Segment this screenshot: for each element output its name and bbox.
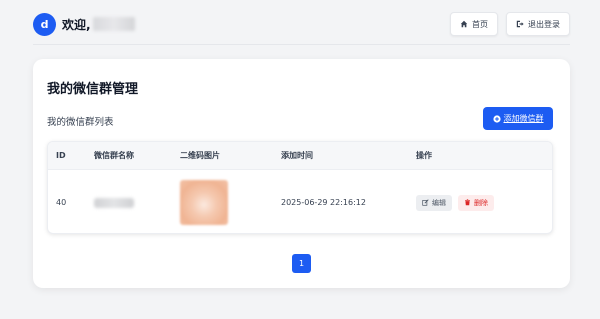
column-header-time: 添加时间 [281, 151, 313, 160]
row-id: 40 [56, 198, 67, 207]
add-group-button[interactable]: 添加微信群 [483, 107, 553, 130]
delete-button[interactable]: 删除 [458, 194, 494, 211]
welcome-text: 欢迎, [62, 17, 91, 32]
table-row: 40 2025-06-29 22:16:12 编辑 删除 [48, 169, 552, 233]
logout-button[interactable]: 退出登录 [506, 12, 570, 36]
table-header: ID 微信群名称 二维码图片 添加时间 操作 [48, 142, 552, 169]
home-button-label: 首页 [472, 19, 488, 29]
column-header-name: 微信群名称 [94, 151, 134, 160]
header-divider [33, 44, 570, 45]
home-icon [460, 20, 468, 28]
group-table: ID 微信群名称 二维码图片 添加时间 操作 40 2025-06-29 22:… [47, 141, 553, 234]
top-bar: d 欢迎, 首页 退出登录 [33, 12, 570, 36]
home-button[interactable]: 首页 [450, 12, 498, 36]
edit-button[interactable]: 编辑 [416, 194, 452, 211]
pagination-page-1[interactable]: 1 [292, 254, 311, 273]
username-blurred [92, 17, 135, 31]
logout-icon [516, 20, 524, 28]
logout-button-label: 退出登录 [528, 19, 560, 29]
row-group-name-blurred [86, 197, 172, 208]
plus-circle-icon [492, 114, 501, 123]
column-header-qrcode: 二维码图片 [180, 151, 220, 160]
row-added-time: 2025-06-29 22:16:12 [281, 198, 366, 207]
group-management-card: 我的微信群管理 我的微信群列表 添加微信群 ID 微信群名称 二维码图片 添加时… [33, 59, 570, 288]
add-group-label: 添加微信群 [503, 114, 544, 123]
trash-icon [464, 199, 471, 206]
list-title: 我的微信群列表 [47, 117, 114, 128]
row-qrcode-image [172, 180, 273, 225]
avatar: d [33, 12, 56, 36]
column-header-actions: 操作 [416, 151, 432, 160]
column-header-id: ID [56, 151, 66, 160]
row-actions: 编辑 删除 [408, 194, 552, 211]
edit-button-label: 编辑 [432, 198, 446, 207]
delete-button-label: 删除 [474, 198, 488, 207]
page-title: 我的微信群管理 [47, 82, 139, 97]
edit-icon [422, 199, 429, 206]
